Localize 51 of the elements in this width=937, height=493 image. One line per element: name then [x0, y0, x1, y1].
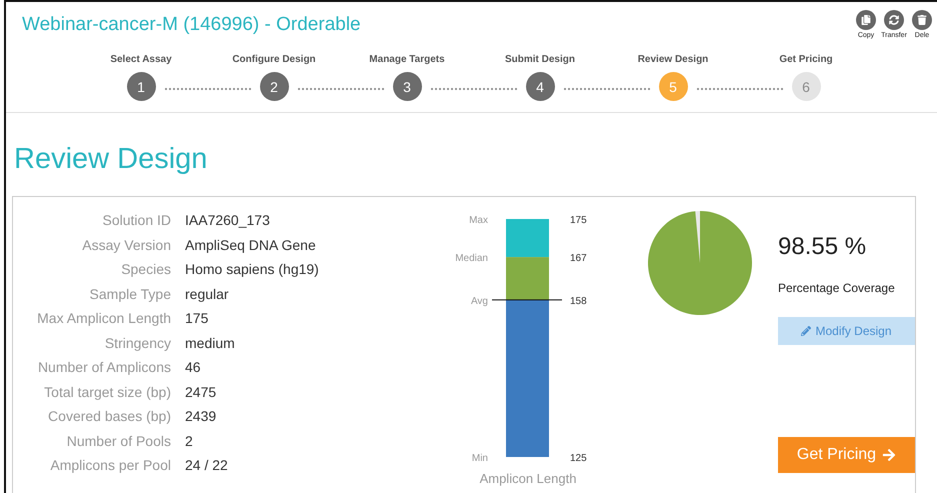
- detail-value: medium: [185, 334, 236, 352]
- arrow-right-icon: [882, 448, 896, 462]
- detail-label: Max Amplicon Length: [36, 309, 171, 328]
- copy-icon: [861, 15, 871, 25]
- detail-label: Stringency: [104, 334, 171, 352]
- step-label: Configure Design: [232, 54, 316, 67]
- detail-label: Number of Amplicons: [36, 358, 171, 376]
- detail-value: regular: [185, 284, 230, 303]
- step-number[interactable]: 2: [260, 72, 288, 101]
- step-number[interactable]: 4: [526, 72, 554, 101]
- step-label: Review Design: [638, 54, 708, 67]
- detail-label: Covered bases (bp): [47, 407, 171, 426]
- coverage-value: 98.55 %: [778, 233, 868, 261]
- step-label: Submit Design: [504, 54, 575, 67]
- marker-label: Max: [469, 215, 488, 226]
- detail-value: 2439: [185, 407, 218, 426]
- marker-value: 125: [570, 453, 587, 464]
- coverage-label: Percentage Coverage: [778, 281, 896, 295]
- marker-value: 175: [570, 215, 587, 226]
- detail-label: Total target size (bp): [43, 382, 171, 401]
- marker-label: Avg: [470, 296, 488, 307]
- step-number[interactable]: 1: [126, 72, 156, 101]
- section-heading: Review Design: [14, 143, 208, 176]
- marker-value: 167: [570, 253, 587, 264]
- step-label: Manage Targets: [369, 54, 445, 67]
- detail-value: AmpliSeq DNA Gene: [185, 236, 317, 254]
- chart-title: Amplicon Length: [480, 471, 576, 486]
- detail-label: Solution ID: [102, 211, 171, 230]
- detail-value: 24 / 22: [185, 456, 229, 474]
- step-label: Get Pricing: [779, 54, 833, 67]
- detail-value: 2475: [185, 382, 218, 401]
- detail-label: Assay Version: [81, 236, 171, 254]
- marker-label: Median: [455, 253, 488, 264]
- detail-value: Homo sapiens (hg19): [185, 260, 320, 278]
- detail-label: Sample Type: [88, 284, 171, 303]
- average-line: [492, 299, 562, 300]
- step-number[interactable]: 3: [392, 72, 422, 101]
- marker-label: Min: [472, 453, 488, 464]
- step-label: Select Assay: [110, 54, 172, 67]
- page-title: Webinar-cancer-M (146996) - Orderable: [22, 13, 361, 36]
- trash-icon: [917, 15, 927, 25]
- detail-value: 46: [185, 358, 202, 376]
- detail-label: Number of Pools: [66, 432, 171, 450]
- detail-value: 175: [185, 309, 210, 328]
- detail-label: Amplicons per Pool: [49, 456, 171, 474]
- marker-value: 158: [570, 296, 587, 307]
- refresh-icon: [889, 15, 899, 25]
- detail-value: 2: [185, 432, 194, 450]
- detail-value: IAA7260_173: [185, 211, 271, 230]
- detail-label: Species: [120, 260, 171, 278]
- pencil-icon: [801, 326, 812, 336]
